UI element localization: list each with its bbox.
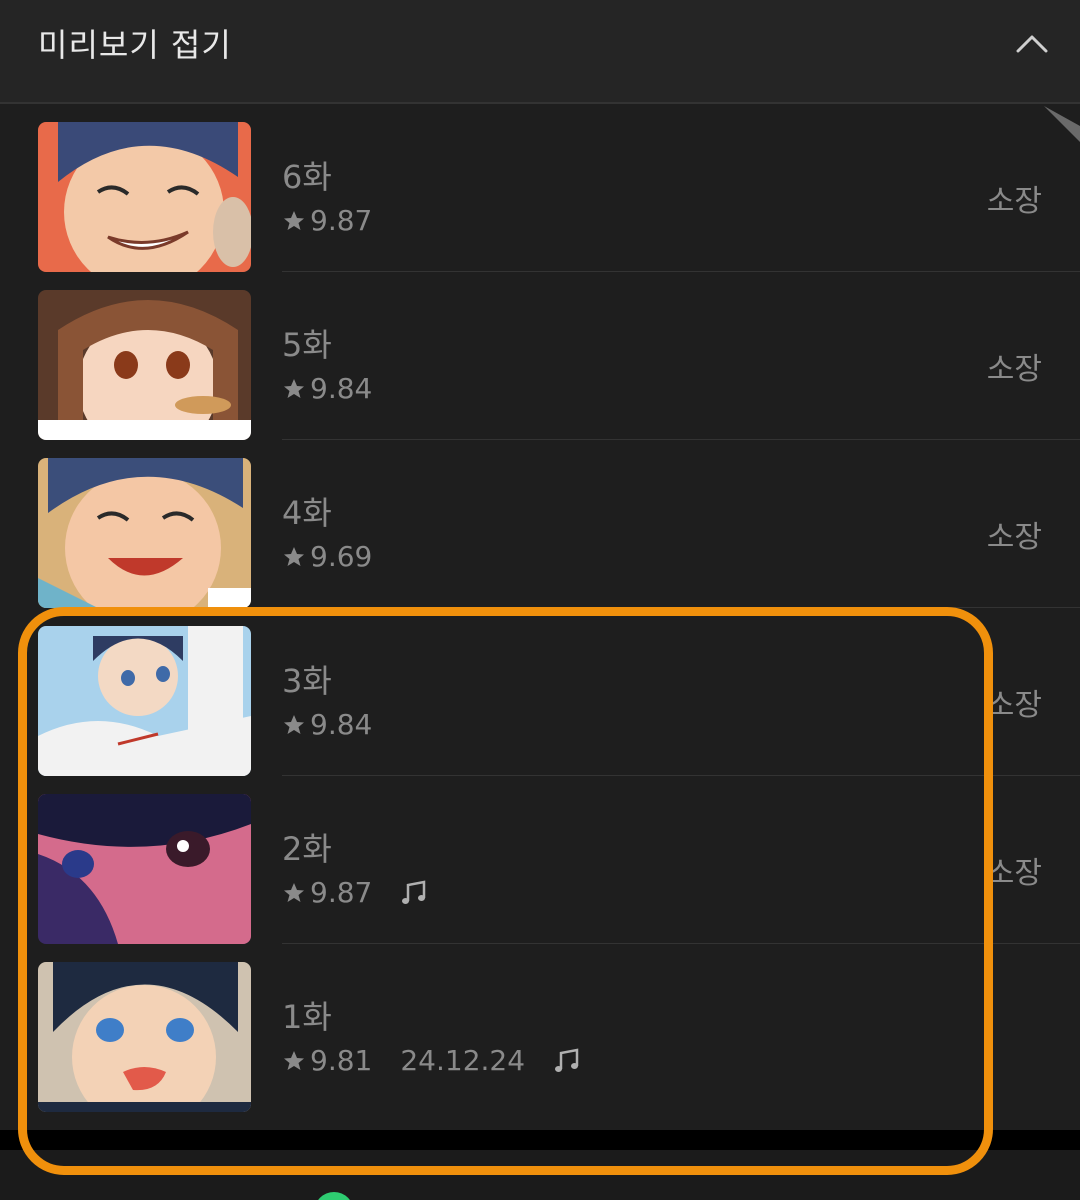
episode-rating: 9.84 (310, 372, 373, 405)
episode-rating: 9.87 (310, 204, 373, 237)
episode-rating: 9.84 (310, 708, 373, 741)
episode-row-3[interactable]: 3화 9.84 소장 (0, 608, 1080, 776)
episode-meta: 9.87 (282, 204, 372, 237)
episode-row-6[interactable]: 6화 9.87 소장 (0, 104, 1080, 272)
episode-rating: 9.81 (310, 1044, 373, 1077)
episode-title: 3화 (282, 662, 332, 700)
episode-rating: 9.69 (310, 540, 373, 573)
star-icon (284, 882, 304, 902)
own-status: 소장 (986, 520, 1042, 555)
bottom-area (0, 1150, 1080, 1200)
star-icon (284, 546, 304, 566)
episode-thumbnail (38, 962, 251, 1112)
music-note-icon (402, 879, 426, 904)
episode-rating: 9.87 (310, 876, 373, 909)
preview-header[interactable]: 미리보기 접기 (0, 0, 1080, 104)
episode-thumbnail (38, 626, 251, 776)
own-status: 소장 (986, 184, 1042, 219)
episode-title: 1화 (282, 998, 332, 1036)
episode-thumbnail (38, 122, 251, 272)
episode-row-4[interactable]: 4화 9.69 소장 (0, 440, 1080, 608)
episode-row-2[interactable]: 2화 9.87 소장 (0, 776, 1080, 944)
episode-meta: 9.69 (282, 540, 372, 573)
music-note-icon (555, 1047, 579, 1072)
collapse-button[interactable] (1012, 24, 1052, 64)
episode-thumbnail (38, 794, 251, 944)
own-status: 소장 (986, 688, 1042, 723)
star-icon (284, 210, 304, 230)
episode-thumbnail (38, 458, 251, 608)
episode-title: 6화 (282, 158, 332, 196)
episode-meta: 9.84 (282, 708, 372, 741)
own-status: 소장 (986, 352, 1042, 387)
star-icon (284, 378, 304, 398)
episode-title: 5화 (282, 326, 332, 364)
own-status: 소장 (986, 856, 1042, 891)
episode-meta: 9.84 (282, 372, 372, 405)
collapse-preview-label: 미리보기 접기 (38, 26, 232, 64)
star-icon (284, 714, 304, 734)
star-icon (284, 1050, 304, 1070)
episode-meta: 9.87 (282, 876, 428, 909)
episode-thumbnail (38, 290, 251, 440)
episode-row-5[interactable]: 5화 9.84 소장 (0, 272, 1080, 440)
episode-date: 24.12.24 (400, 1044, 526, 1077)
episode-row-1[interactable]: 1화 9.81 24.12.24 (0, 944, 1080, 1112)
episode-meta: 9.81 24.12.24 (282, 1044, 581, 1077)
episode-preview-panel: 미리보기 접기 6화 9.87 소장 5화 9.84 소장 4화 9.69 소장… (0, 0, 1080, 1200)
episode-title: 4화 (282, 494, 332, 532)
episode-list: 6화 9.87 소장 5화 9.84 소장 4화 9.69 소장 3화 9.84… (0, 104, 1080, 1112)
chevron-up-icon (1016, 35, 1048, 53)
episode-title: 2화 (282, 830, 332, 868)
bottom-divider (0, 1130, 1080, 1150)
